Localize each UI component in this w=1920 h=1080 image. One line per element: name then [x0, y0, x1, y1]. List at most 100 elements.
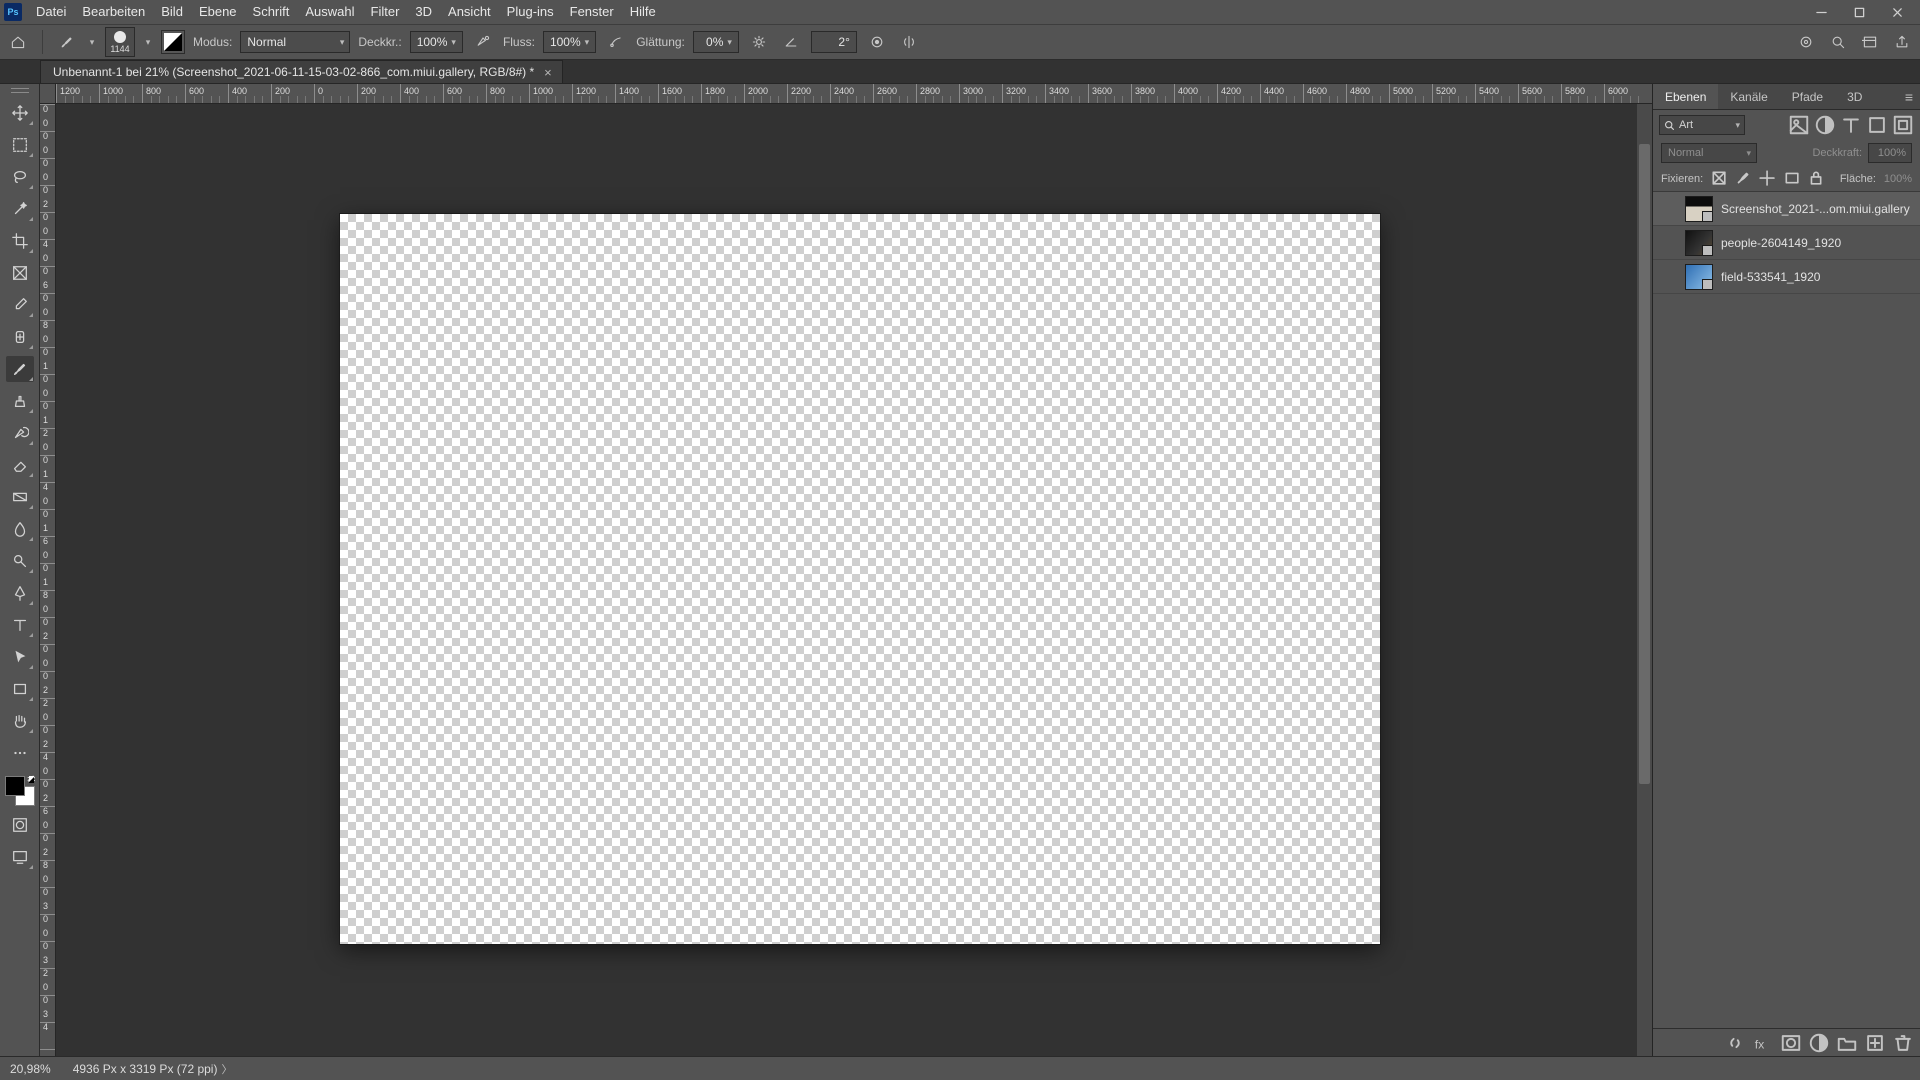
brush-preset-dropdown[interactable]: ▾ [143, 27, 153, 57]
layer-filter-select[interactable]: Art [1659, 115, 1745, 135]
filter-smart-icon[interactable] [1892, 114, 1914, 136]
lock-paint-icon[interactable] [1735, 170, 1751, 188]
menu-datei[interactable]: Datei [28, 0, 74, 24]
share-icon[interactable] [1890, 30, 1914, 54]
menu-ebene[interactable]: Ebene [191, 0, 245, 24]
delete-layer-icon[interactable] [1892, 1032, 1914, 1054]
status-dimensions[interactable]: 4936 Px x 3319 Px (72 ppi)〉 [73, 1061, 233, 1077]
angle-input[interactable]: 2° [811, 31, 857, 53]
layer-group-icon[interactable] [1836, 1032, 1858, 1054]
lock-pixels-icon[interactable] [1711, 170, 1727, 188]
layer-thumbnail[interactable] [1685, 196, 1713, 222]
brush-panel-toggle-icon[interactable] [161, 30, 185, 54]
menu-3d[interactable]: 3D [407, 0, 440, 24]
tab-pfade[interactable]: Pfade [1780, 84, 1835, 109]
pressure-size-icon[interactable] [865, 30, 889, 54]
menu-bild[interactable]: Bild [153, 0, 191, 24]
marquee-tool-icon[interactable] [6, 132, 34, 158]
scrollbar-vertical[interactable] [1637, 104, 1652, 1056]
blend-mode-select[interactable]: Normal [240, 31, 350, 53]
layer-row[interactable]: field-533541_1920 [1653, 260, 1920, 294]
menu-schrift[interactable]: Schrift [245, 0, 298, 24]
layer-thumbnail[interactable] [1685, 230, 1713, 256]
window-close-icon[interactable] [1878, 0, 1916, 24]
pressure-opacity-icon[interactable] [471, 30, 495, 54]
layer-row[interactable]: people-2604149_1920 [1653, 226, 1920, 260]
tab-ebenen[interactable]: Ebenen [1653, 84, 1718, 109]
tab-3d[interactable]: 3D [1835, 84, 1874, 109]
brush-tool-icon[interactable] [6, 356, 34, 382]
window-minimize-icon[interactable] [1802, 0, 1840, 24]
screen-mode-icon[interactable] [6, 844, 34, 870]
new-layer-icon[interactable] [1864, 1032, 1886, 1054]
window-maximize-icon[interactable] [1840, 0, 1878, 24]
arrange-docs-icon[interactable] [1858, 30, 1882, 54]
crop-tool-icon[interactable] [6, 228, 34, 254]
ruler-horizontal[interactable]: 1200100080060040020002004006008001000120… [56, 84, 1652, 104]
menu-ansicht[interactable]: Ansicht [440, 0, 499, 24]
cloud-docs-icon[interactable] [1794, 30, 1818, 54]
hand-tool-icon[interactable] [6, 708, 34, 734]
color-swatches[interactable]: ⇄ [5, 776, 35, 806]
layer-row[interactable]: Screenshot_2021-...om.miui.gallery [1653, 192, 1920, 226]
gradient-tool-icon[interactable] [6, 484, 34, 510]
layer-blend-select[interactable]: Normal [1661, 143, 1757, 163]
filter-shape-icon[interactable] [1866, 114, 1888, 136]
toolbox-grip[interactable] [2, 88, 38, 94]
smoothing-options-icon[interactable] [747, 30, 771, 54]
frame-tool-icon[interactable] [6, 260, 34, 286]
move-tool-icon[interactable] [6, 100, 34, 126]
lock-all-icon[interactable] [1808, 170, 1824, 188]
brush-preview[interactable]: 1144 [105, 27, 135, 57]
artboard-canvas[interactable] [340, 214, 1380, 944]
symmetry-icon[interactable] [897, 30, 921, 54]
close-tab-icon[interactable]: × [544, 65, 552, 80]
menu-fenster[interactable]: Fenster [562, 0, 622, 24]
airbrush-icon[interactable] [604, 30, 628, 54]
brush-tool-icon[interactable] [55, 30, 79, 54]
adjustment-layer-icon[interactable] [1808, 1032, 1830, 1054]
home-icon[interactable] [6, 30, 30, 54]
filter-type-icon[interactable] [1840, 114, 1862, 136]
foreground-color-swatch[interactable] [5, 776, 25, 796]
dodge-tool-icon[interactable] [6, 548, 34, 574]
path-select-tool-icon[interactable] [6, 644, 34, 670]
panel-menu-icon[interactable]: ≡ [1898, 84, 1920, 109]
ruler-origin[interactable] [40, 84, 56, 104]
lock-position-icon[interactable] [1759, 170, 1775, 188]
magic-wand-tool-icon[interactable] [6, 196, 34, 222]
eraser-tool-icon[interactable] [6, 452, 34, 478]
clone-stamp-tool-icon[interactable] [6, 388, 34, 414]
layer-visibility-icon[interactable] [1661, 269, 1677, 285]
eyedropper-tool-icon[interactable] [6, 292, 34, 318]
menu-filter[interactable]: Filter [363, 0, 408, 24]
filter-adjust-icon[interactable] [1814, 114, 1836, 136]
smoothing-input[interactable]: 0% [693, 31, 739, 53]
history-brush-tool-icon[interactable] [6, 420, 34, 446]
ruler-vertical[interactable]: 0000000200400600800100012001400160018002… [40, 104, 56, 1056]
layer-thumbnail[interactable] [1685, 264, 1713, 290]
menu-auswahl[interactable]: Auswahl [297, 0, 362, 24]
rectangle-tool-icon[interactable] [6, 676, 34, 702]
lasso-tool-icon[interactable] [6, 164, 34, 190]
search-icon[interactable] [1826, 30, 1850, 54]
link-layers-icon[interactable] [1724, 1032, 1746, 1054]
layer-mask-icon[interactable] [1780, 1032, 1802, 1054]
status-zoom[interactable]: 20,98% [10, 1062, 51, 1076]
ellipsis-icon[interactable] [6, 740, 34, 766]
blur-tool-icon[interactable] [6, 516, 34, 542]
swap-colors-icon[interactable]: ⇄ [27, 774, 35, 785]
layer-fill-input[interactable]: 100% [1884, 173, 1912, 185]
lock-artboard-icon[interactable] [1784, 170, 1800, 188]
opacity-input[interactable]: 100% [410, 31, 463, 53]
pen-tool-icon[interactable] [6, 580, 34, 606]
filter-image-icon[interactable] [1788, 114, 1810, 136]
layer-fx-icon[interactable]: fx [1752, 1032, 1774, 1054]
document-tab[interactable]: Unbenannt-1 bei 21% (Screenshot_2021-06-… [40, 60, 563, 83]
flow-input[interactable]: 100% [543, 31, 596, 53]
tab-kanaele[interactable]: Kanäle [1718, 84, 1779, 109]
quick-mask-icon[interactable] [6, 812, 34, 838]
menu-plug-ins[interactable]: Plug-ins [499, 0, 562, 24]
viewport[interactable] [56, 104, 1652, 1056]
layer-visibility-icon[interactable] [1661, 201, 1677, 217]
